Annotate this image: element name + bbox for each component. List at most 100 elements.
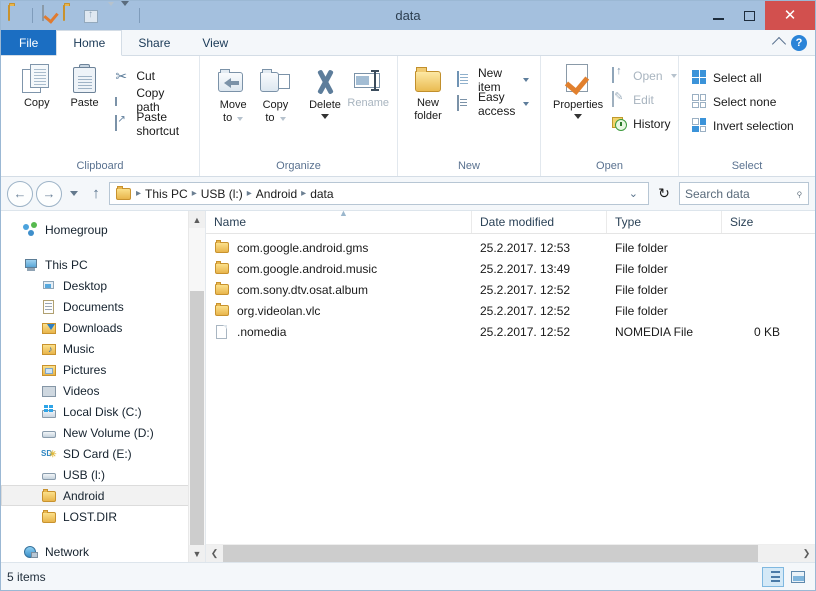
table-row[interactable]: com.google.android.music 25.2.2017. 13:4… (206, 258, 815, 279)
properties-doc-icon[interactable] (39, 6, 59, 26)
table-row[interactable]: .nomedia 25.2.2017. 12:52 NOMEDIA File 0… (206, 321, 815, 342)
customize-quick-access-icon[interactable] (119, 6, 133, 26)
cut-button[interactable]: ✂ Cut (112, 64, 193, 88)
forward-button[interactable]: → (36, 181, 62, 207)
large-icons-view-button[interactable] (787, 567, 809, 587)
large-icons-view-icon (791, 571, 805, 583)
sidebar-item-this-pc[interactable]: This PC (1, 254, 205, 275)
sidebar-label-local-disk-c: Local Disk (C:) (63, 405, 142, 419)
sidebar-label-desktop: Desktop (63, 279, 107, 293)
sidebar-item-desktop[interactable]: Desktop (1, 275, 205, 296)
tab-view[interactable]: View (186, 30, 244, 55)
new-folder-button[interactable]: New folder (410, 64, 446, 125)
copy-path-button[interactable]: Copy path (112, 88, 193, 112)
maximize-button[interactable] (734, 1, 765, 30)
history-button[interactable]: History (609, 112, 681, 136)
network-icon (23, 544, 39, 560)
details-view-button[interactable] (762, 567, 784, 587)
edit-button[interactable]: Edit (609, 88, 681, 112)
paste-shortcut-button[interactable]: Paste shortcut (112, 112, 193, 136)
documents-icon (41, 299, 57, 315)
breadcrumb-usb[interactable]: USB (l:) (198, 187, 246, 201)
sidebar-item-downloads[interactable]: Downloads (1, 317, 205, 338)
sidebar-item-usb-l[interactable]: USB (l:) (1, 464, 205, 485)
hscroll-right-button[interactable]: ❯ (798, 545, 815, 562)
column-header-date-modified[interactable]: Date modified (472, 211, 607, 233)
paste-button[interactable]: Paste (63, 62, 107, 112)
select-small-buttons: Select all Select none Invert selection (689, 64, 799, 138)
sidebar-item-android[interactable]: Android (1, 485, 205, 506)
sidebar-item-videos[interactable]: Videos (1, 380, 205, 401)
recent-locations-icon[interactable] (70, 191, 78, 196)
select-all-button[interactable]: Select all (689, 66, 799, 90)
select-all-icon (692, 70, 708, 86)
sidebar-label-sd-card-e: SD Card (E:) (63, 447, 132, 461)
minimize-button[interactable] (703, 1, 734, 30)
breadcrumb-android[interactable]: Android (253, 187, 300, 201)
refresh-button[interactable]: ↻ (652, 181, 676, 206)
sidebar-item-pictures[interactable]: Pictures (1, 359, 205, 380)
new-item-button[interactable]: New item (454, 68, 534, 92)
nav-scroll-up-button[interactable]: ▲ (189, 211, 205, 228)
collapse-ribbon-icon[interactable] (772, 37, 786, 51)
table-row[interactable]: com.google.android.gms 25.2.2017. 12:53 … (206, 237, 815, 258)
move-to-button[interactable]: Move to (212, 66, 254, 127)
up-one-level-icon[interactable]: ↑ (83, 6, 103, 26)
cell-type: File folder (607, 283, 722, 297)
copy-to-button[interactable]: Copy to (254, 66, 296, 127)
open-button[interactable]: Open (609, 64, 681, 88)
breadcrumb-sep-2: ▸ (246, 188, 253, 199)
nav-scroll-thumb[interactable] (190, 291, 204, 562)
sidebar-item-new-volume-d[interactable]: New Volume (D:) (1, 422, 205, 443)
hscroll-track[interactable] (758, 545, 798, 562)
file-name-label: com.google.android.music (237, 262, 377, 276)
sidebar-item-lost-dir[interactable]: LOST.DIR (1, 506, 205, 527)
sidebar-item-music[interactable]: ♪ Music (1, 338, 205, 359)
table-row[interactable]: org.videolan.vlc 25.2.2017. 12:52 File f… (206, 300, 815, 321)
navigation-scrollbar[interactable]: ▲ ▼ (188, 211, 205, 562)
copy-button[interactable]: Copy (15, 62, 59, 112)
sidebar-item-sd-card-e[interactable]: SD✳ SD Card (E:) (1, 443, 205, 464)
rename-button[interactable]: Rename (345, 66, 391, 112)
nav-scroll-down-button[interactable]: ▼ (189, 545, 205, 562)
copy-path-icon (115, 92, 131, 108)
sidebar-item-local-disk-c[interactable]: Local Disk (C:) (1, 401, 205, 422)
breadcrumb-this-pc[interactable]: This PC (142, 187, 191, 201)
ribbon-tab-bar: File Home Share View ? (1, 30, 815, 56)
column-header-size[interactable]: Size (722, 211, 792, 233)
new-group-label: New (398, 160, 540, 176)
column-header-type[interactable]: Type (607, 211, 722, 233)
hscroll-left-button[interactable]: ❮ (206, 545, 223, 562)
properties-button[interactable]: Properties (551, 62, 605, 121)
qat-overflow-caret-icon[interactable] (105, 6, 117, 26)
properties-label: Properties (553, 99, 603, 112)
tab-file[interactable]: File (1, 30, 56, 55)
folder-properties-icon[interactable] (6, 6, 26, 26)
invert-selection-label: Invert selection (713, 119, 794, 133)
sidebar-item-homegroup[interactable]: Homegroup (1, 219, 205, 240)
column-header-row: ▲ Name Date modified Type Size (206, 211, 815, 234)
search-box[interactable]: Search data ⌕ (679, 182, 809, 205)
sidebar-item-network[interactable]: Network (1, 541, 205, 562)
breadcrumb-bar[interactable]: ▸ This PC ▸ USB (l:) ▸ Android ▸ data ⌄ (109, 182, 649, 205)
hscroll-thumb[interactable] (223, 545, 758, 562)
back-button[interactable]: ← (7, 181, 33, 207)
select-none-button[interactable]: Select none (689, 90, 799, 114)
close-button[interactable]: ✕ (765, 1, 815, 30)
cell-name: org.videolan.vlc (206, 303, 472, 319)
minimize-icon (713, 18, 724, 20)
breadcrumb-data[interactable]: data (307, 187, 336, 201)
file-list-horizontal-scrollbar[interactable]: ❮ ❯ (206, 544, 815, 562)
table-row[interactable]: com.sony.dtv.osat.album 25.2.2017. 12:52… (206, 279, 815, 300)
tab-home[interactable]: Home (56, 30, 122, 56)
tab-share[interactable]: Share (122, 30, 186, 55)
address-dropdown-icon[interactable]: ⌄ (623, 187, 644, 200)
easy-access-button[interactable]: Easy access (454, 92, 534, 116)
delete-button[interactable]: Delete (305, 66, 346, 121)
sidebar-item-documents[interactable]: Documents (1, 296, 205, 317)
new-folder-icon[interactable] (61, 6, 81, 26)
invert-selection-button[interactable]: Invert selection (689, 114, 799, 138)
up-button[interactable]: ↑ (86, 183, 106, 205)
help-icon[interactable]: ? (791, 35, 807, 51)
close-icon: ✕ (784, 8, 797, 23)
